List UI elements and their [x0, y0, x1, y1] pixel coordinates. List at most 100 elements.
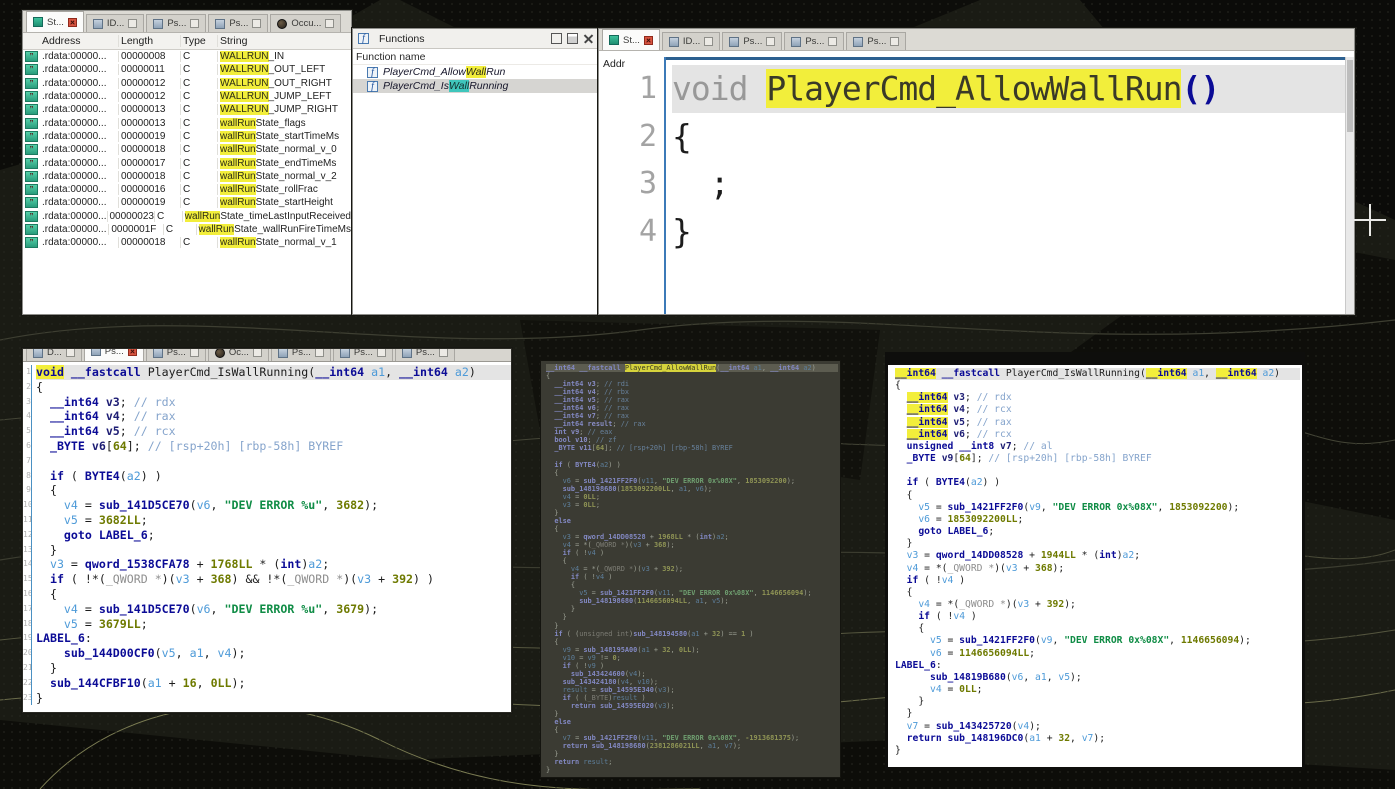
code-line[interactable]: __int64 v5; // rax: [546, 396, 838, 404]
code-line[interactable]: if ( BYTE4(a2) ): [895, 477, 1300, 489]
tab-ps[interactable]: Ps...: [394, 349, 455, 361]
code-line[interactable]: sub_144D00CF0(v5, a1, v4);: [36, 646, 511, 661]
string-row[interactable]: ” .rdata:00000... 00000019 CwallRunState_st…: [23, 130, 351, 143]
code-line[interactable]: bool v10; // zf: [546, 436, 838, 444]
scrollbar-thumb[interactable]: [1347, 60, 1353, 132]
code-panel[interactable]: 1 2 3 4 5 6 7 8 9 10 11 12 13 14 15 16 17 18 19 20 21 22 23 vo…: [23, 362, 511, 712]
code-line[interactable]: v3 = qword_1538CFA78 + 1768LL * (int)a2;: [36, 557, 511, 572]
tab-close-icon[interactable]: [643, 35, 653, 45]
code-line[interactable]: else: [546, 718, 838, 726]
code-line[interactable]: __int64 v4; // rcx: [895, 404, 1300, 416]
tab-close-icon[interactable]: [128, 19, 138, 28]
vertical-scrollbar[interactable]: [1345, 57, 1354, 314]
tab-close-icon[interactable]: [127, 349, 137, 356]
code-line[interactable]: }: [546, 750, 838, 758]
code-line[interactable]: _BYTE v6[64]; // [rsp+20h] [rbp-58h] BYR…: [36, 439, 511, 454]
code-line[interactable]: __int64 v3; // rdx: [36, 395, 511, 410]
tab-ps[interactable]: Ps...: [846, 32, 907, 50]
code-line[interactable]: __int64 v7; // rax: [546, 412, 838, 420]
code-line[interactable]: if ( (unsigned int)sub_148194580(a1 + 32…: [546, 630, 838, 638]
function-list-item[interactable]: f PlayerCmd_AllowWallRun: [353, 65, 599, 79]
code-line[interactable]: v5 = 3679LL;: [36, 617, 511, 632]
tab-oc[interactable]: Oc...: [207, 349, 269, 361]
code-body[interactable]: __int64 __fastcall PlayerCmd_AllowWallRu…: [546, 364, 838, 775]
code-line[interactable]: sub_148198680(1853092200LL, a1, v6);: [546, 485, 838, 493]
tab-close-icon[interactable]: [314, 349, 324, 357]
code-line[interactable]: v9 = sub_148195A00(a1 + 32, 0LL);: [546, 646, 838, 654]
code-line[interactable]: v4 = sub_141D5CE70(v6, "DEV ERROR %u", 3…: [36, 498, 511, 513]
code-line[interactable]: sub_143424180(v4, v10);: [546, 678, 838, 686]
code-line[interactable]: v4 = 0LL;: [895, 684, 1300, 696]
code-line[interactable]: if ( !v4 ): [895, 611, 1300, 623]
code-line[interactable]: }: [546, 710, 838, 718]
column-length[interactable]: Length: [119, 35, 181, 47]
code-line[interactable]: }: [36, 661, 511, 676]
code-line[interactable]: __int64 v5; // rcx: [36, 424, 511, 439]
code-line[interactable]: LABEL_6:: [36, 631, 511, 646]
code-line[interactable]: v4 = *(_QWORD *)(v3 + 392);: [895, 599, 1300, 611]
code-line[interactable]: v3 = 0LL;: [546, 501, 838, 509]
code-line[interactable]: return sub_148196DC0(a1 + 32, v7);: [895, 733, 1300, 745]
code-line[interactable]: __int64 v5; // rax: [895, 416, 1300, 429]
string-row[interactable]: ” .rdata:00000... 00000012 C WALLRUN_OUT_RIG…: [23, 77, 351, 90]
string-row[interactable]: ” .rdata:00000... 00000013 CwallRunState_fl…: [23, 116, 351, 129]
code-line[interactable]: {: [895, 490, 1300, 502]
tab-close-icon[interactable]: [67, 17, 77, 27]
code-line[interactable]: }: [546, 613, 838, 621]
tab-ps[interactable]: Ps...: [270, 349, 331, 361]
code-line[interactable]: return sub_148198680(2381286021LL, a1, v…: [546, 742, 838, 750]
code-line[interactable]: if ( !v4 ): [546, 549, 838, 557]
code-line[interactable]: __int64 v3; // rdx: [895, 392, 1300, 404]
code-line[interactable]: sub_144CFBF10(a1 + 16, 0LL);: [36, 676, 511, 691]
code-line[interactable]: {: [672, 113, 1345, 161]
string-row[interactable]: ” .rdata:00000... 00000018 CwallRunState_no…: [23, 236, 351, 249]
code-line[interactable]: ;: [672, 160, 1345, 208]
tab-close-icon[interactable]: [438, 349, 448, 357]
tab-st[interactable]: St...: [26, 11, 84, 32]
tab-close-icon[interactable]: [704, 37, 714, 46]
tab-ps[interactable]: Ps...: [784, 32, 845, 50]
code-line[interactable]: v5 = 3682LL;: [36, 513, 511, 528]
restore-icon[interactable]: [551, 33, 562, 44]
code-line[interactable]: __int64 v6; // rcx: [895, 428, 1300, 441]
code-line[interactable]: else: [546, 517, 838, 525]
tab-close-icon[interactable]: [190, 19, 200, 28]
tab-ps[interactable]: Ps...: [146, 14, 207, 32]
close-icon[interactable]: [583, 33, 594, 44]
code-line[interactable]: __int64 v6; // rax: [546, 404, 838, 412]
string-row[interactable]: ” .rdata:00000... 00000013 C WALLRUN_JUMP_RI…: [23, 103, 351, 116]
column-type[interactable]: Type: [181, 35, 218, 47]
code-line[interactable]: v7 = sub_143425720(v4);: [895, 721, 1300, 733]
code-line[interactable]: sub_148198680(1146656094LL, a1, v5);: [546, 597, 838, 605]
tab-ps[interactable]: Ps...: [208, 14, 269, 32]
code-line[interactable]: }: [895, 708, 1300, 720]
code-line[interactable]: sub_14819B680(v6, a1, v5);: [895, 672, 1300, 684]
code-line[interactable]: {: [36, 380, 511, 395]
tab-ps[interactable]: Ps...: [722, 32, 783, 50]
tab-close-icon[interactable]: [325, 19, 335, 28]
code-line[interactable]: __int64 result; // rax: [546, 420, 838, 428]
tab-close-icon[interactable]: [189, 349, 199, 357]
code-line[interactable]: {: [546, 469, 838, 477]
code-line[interactable]: void PlayerCmd_AllowWallRun(): [672, 65, 1345, 113]
code-line[interactable]: {: [895, 623, 1300, 635]
column-string[interactable]: String: [218, 35, 351, 47]
code-line[interactable]: {: [546, 525, 838, 533]
code-line[interactable]: }: [546, 766, 838, 774]
code-line[interactable]: }: [672, 208, 1345, 256]
code-line[interactable]: if ( !v4 ): [895, 575, 1300, 587]
function-name-column-header[interactable]: Function name: [353, 49, 599, 65]
code-line[interactable]: __int64 v4; // rax: [36, 409, 511, 424]
column-address[interactable]: Address: [40, 35, 119, 47]
code-line[interactable]: v3 = qword_14DD08528 + 1944LL * (int)a2;: [895, 550, 1300, 562]
string-row[interactable]: ” .rdata:00000... 00000008 C WALLRUN_IN: [23, 50, 351, 63]
code-line[interactable]: int v9; // eax: [546, 428, 838, 436]
tab-close-icon[interactable]: [766, 37, 776, 46]
code-line[interactable]: {: [36, 587, 511, 602]
code-body[interactable]: void __fastcall PlayerCmd_IsWallRunning(…: [36, 365, 511, 705]
code-line[interactable]: if ( (_BYTE)result ): [546, 694, 838, 702]
code-line[interactable]: v4 = 0LL;: [546, 493, 838, 501]
code-line[interactable]: v4 = *(_QWORD *)(v3 + 368);: [546, 541, 838, 549]
code-line[interactable]: if ( !v9 ): [546, 662, 838, 670]
code-line[interactable]: v6 = 1146656094LL;: [895, 648, 1300, 660]
